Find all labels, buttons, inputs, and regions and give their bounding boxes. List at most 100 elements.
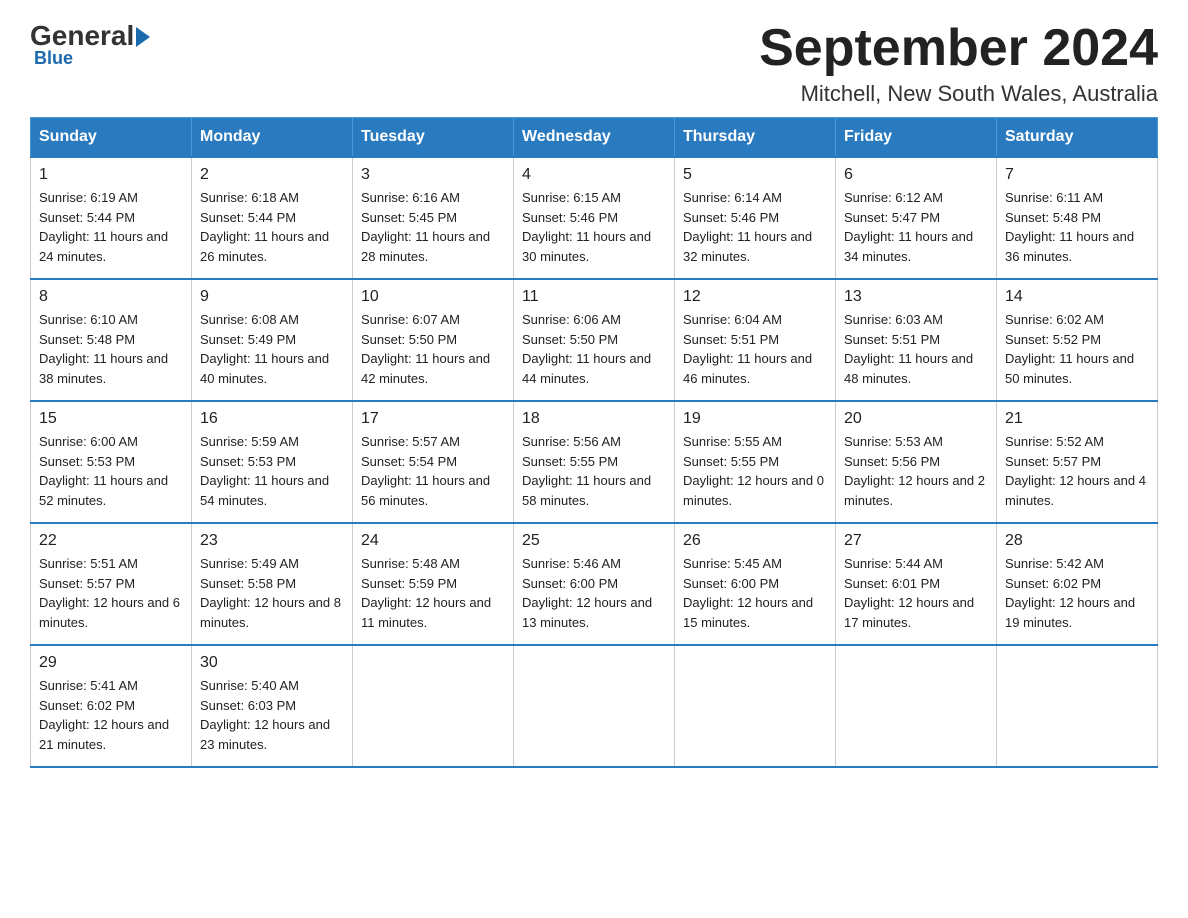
calendar-cell: 9 Sunrise: 6:08 AM Sunset: 5:49 PM Dayli… bbox=[192, 279, 353, 401]
day-number: 4 bbox=[522, 166, 666, 184]
sunset-label: Sunset: 5:59 PM bbox=[361, 576, 457, 591]
sunrise-label: Sunrise: 5:45 AM bbox=[683, 556, 782, 571]
day-info: Sunrise: 6:16 AM Sunset: 5:45 PM Dayligh… bbox=[361, 188, 505, 266]
day-info: Sunrise: 5:55 AM Sunset: 5:55 PM Dayligh… bbox=[683, 432, 827, 510]
day-number: 2 bbox=[200, 166, 344, 184]
calendar-cell: 22 Sunrise: 5:51 AM Sunset: 5:57 PM Dayl… bbox=[31, 523, 192, 645]
sunset-label: Sunset: 5:56 PM bbox=[844, 454, 940, 469]
calendar-cell bbox=[675, 645, 836, 767]
day-number: 25 bbox=[522, 532, 666, 550]
calendar-week-5: 29 Sunrise: 5:41 AM Sunset: 6:02 PM Dayl… bbox=[31, 645, 1158, 767]
sunrise-label: Sunrise: 6:12 AM bbox=[844, 190, 943, 205]
sunset-label: Sunset: 5:47 PM bbox=[844, 210, 940, 225]
calendar-cell: 20 Sunrise: 5:53 AM Sunset: 5:56 PM Dayl… bbox=[836, 401, 997, 523]
sunset-label: Sunset: 5:50 PM bbox=[522, 332, 618, 347]
logo-blue: Blue bbox=[34, 48, 73, 69]
sunrise-label: Sunrise: 6:03 AM bbox=[844, 312, 943, 327]
calendar-cell: 28 Sunrise: 5:42 AM Sunset: 6:02 PM Dayl… bbox=[997, 523, 1158, 645]
day-info: Sunrise: 5:51 AM Sunset: 5:57 PM Dayligh… bbox=[39, 554, 183, 632]
location-title: Mitchell, New South Wales, Australia bbox=[759, 81, 1158, 107]
sunrise-label: Sunrise: 5:41 AM bbox=[39, 678, 138, 693]
calendar-header-sunday: Sunday bbox=[31, 118, 192, 158]
daylight-label: Daylight: 12 hours and 2 minutes. bbox=[844, 473, 985, 508]
day-info: Sunrise: 6:08 AM Sunset: 5:49 PM Dayligh… bbox=[200, 310, 344, 388]
day-info: Sunrise: 5:41 AM Sunset: 6:02 PM Dayligh… bbox=[39, 676, 183, 754]
sunset-label: Sunset: 6:02 PM bbox=[39, 698, 135, 713]
calendar-cell bbox=[836, 645, 997, 767]
calendar-cell: 15 Sunrise: 6:00 AM Sunset: 5:53 PM Dayl… bbox=[31, 401, 192, 523]
calendar-cell: 14 Sunrise: 6:02 AM Sunset: 5:52 PM Dayl… bbox=[997, 279, 1158, 401]
sunrise-label: Sunrise: 6:18 AM bbox=[200, 190, 299, 205]
day-number: 7 bbox=[1005, 166, 1149, 184]
daylight-label: Daylight: 11 hours and 38 minutes. bbox=[39, 351, 168, 386]
sunset-label: Sunset: 6:02 PM bbox=[1005, 576, 1101, 591]
daylight-label: Daylight: 11 hours and 52 minutes. bbox=[39, 473, 168, 508]
calendar-week-2: 8 Sunrise: 6:10 AM Sunset: 5:48 PM Dayli… bbox=[31, 279, 1158, 401]
calendar-cell: 3 Sunrise: 6:16 AM Sunset: 5:45 PM Dayli… bbox=[353, 157, 514, 279]
calendar-cell bbox=[353, 645, 514, 767]
sunrise-label: Sunrise: 5:51 AM bbox=[39, 556, 138, 571]
sunrise-label: Sunrise: 5:59 AM bbox=[200, 434, 299, 449]
sunrise-label: Sunrise: 6:00 AM bbox=[39, 434, 138, 449]
sunrise-label: Sunrise: 6:06 AM bbox=[522, 312, 621, 327]
sunset-label: Sunset: 6:00 PM bbox=[683, 576, 779, 591]
sunset-label: Sunset: 5:52 PM bbox=[1005, 332, 1101, 347]
daylight-label: Daylight: 11 hours and 54 minutes. bbox=[200, 473, 329, 508]
sunset-label: Sunset: 5:55 PM bbox=[683, 454, 779, 469]
daylight-label: Daylight: 12 hours and 4 minutes. bbox=[1005, 473, 1146, 508]
sunrise-label: Sunrise: 6:02 AM bbox=[1005, 312, 1104, 327]
day-info: Sunrise: 5:57 AM Sunset: 5:54 PM Dayligh… bbox=[361, 432, 505, 510]
day-info: Sunrise: 5:40 AM Sunset: 6:03 PM Dayligh… bbox=[200, 676, 344, 754]
sunset-label: Sunset: 5:49 PM bbox=[200, 332, 296, 347]
sunrise-label: Sunrise: 5:42 AM bbox=[1005, 556, 1104, 571]
calendar-cell: 12 Sunrise: 6:04 AM Sunset: 5:51 PM Dayl… bbox=[675, 279, 836, 401]
sunset-label: Sunset: 5:57 PM bbox=[39, 576, 135, 591]
day-number: 14 bbox=[1005, 288, 1149, 306]
day-info: Sunrise: 5:46 AM Sunset: 6:00 PM Dayligh… bbox=[522, 554, 666, 632]
day-info: Sunrise: 6:00 AM Sunset: 5:53 PM Dayligh… bbox=[39, 432, 183, 510]
sunset-label: Sunset: 5:53 PM bbox=[39, 454, 135, 469]
daylight-label: Daylight: 11 hours and 40 minutes. bbox=[200, 351, 329, 386]
day-info: Sunrise: 6:02 AM Sunset: 5:52 PM Dayligh… bbox=[1005, 310, 1149, 388]
daylight-label: Daylight: 12 hours and 8 minutes. bbox=[200, 595, 341, 630]
daylight-label: Daylight: 11 hours and 46 minutes. bbox=[683, 351, 812, 386]
day-info: Sunrise: 6:14 AM Sunset: 5:46 PM Dayligh… bbox=[683, 188, 827, 266]
calendar-cell: 24 Sunrise: 5:48 AM Sunset: 5:59 PM Dayl… bbox=[353, 523, 514, 645]
day-number: 1 bbox=[39, 166, 183, 184]
sunrise-label: Sunrise: 6:16 AM bbox=[361, 190, 460, 205]
calendar-cell: 7 Sunrise: 6:11 AM Sunset: 5:48 PM Dayli… bbox=[997, 157, 1158, 279]
sunset-label: Sunset: 5:57 PM bbox=[1005, 454, 1101, 469]
day-number: 29 bbox=[39, 654, 183, 672]
sunset-label: Sunset: 6:03 PM bbox=[200, 698, 296, 713]
calendar-header-wednesday: Wednesday bbox=[514, 118, 675, 158]
sunrise-label: Sunrise: 5:49 AM bbox=[200, 556, 299, 571]
sunset-label: Sunset: 5:44 PM bbox=[200, 210, 296, 225]
day-number: 30 bbox=[200, 654, 344, 672]
sunrise-label: Sunrise: 6:04 AM bbox=[683, 312, 782, 327]
sunset-label: Sunset: 5:46 PM bbox=[683, 210, 779, 225]
logo: General Blue bbox=[30, 20, 152, 69]
sunset-label: Sunset: 6:00 PM bbox=[522, 576, 618, 591]
day-info: Sunrise: 5:42 AM Sunset: 6:02 PM Dayligh… bbox=[1005, 554, 1149, 632]
sunrise-label: Sunrise: 6:19 AM bbox=[39, 190, 138, 205]
calendar-table: SundayMondayTuesdayWednesdayThursdayFrid… bbox=[30, 117, 1158, 768]
calendar-cell: 5 Sunrise: 6:14 AM Sunset: 5:46 PM Dayli… bbox=[675, 157, 836, 279]
logo-arrow-icon bbox=[136, 27, 150, 47]
daylight-label: Daylight: 11 hours and 32 minutes. bbox=[683, 229, 812, 264]
sunset-label: Sunset: 5:45 PM bbox=[361, 210, 457, 225]
daylight-label: Daylight: 11 hours and 42 minutes. bbox=[361, 351, 490, 386]
calendar-cell: 2 Sunrise: 6:18 AM Sunset: 5:44 PM Dayli… bbox=[192, 157, 353, 279]
sunset-label: Sunset: 5:58 PM bbox=[200, 576, 296, 591]
sunrise-label: Sunrise: 5:53 AM bbox=[844, 434, 943, 449]
title-block: September 2024 Mitchell, New South Wales… bbox=[759, 20, 1158, 107]
sunrise-label: Sunrise: 5:52 AM bbox=[1005, 434, 1104, 449]
daylight-label: Daylight: 11 hours and 48 minutes. bbox=[844, 351, 973, 386]
day-number: 20 bbox=[844, 410, 988, 428]
day-number: 15 bbox=[39, 410, 183, 428]
day-number: 22 bbox=[39, 532, 183, 550]
daylight-label: Daylight: 11 hours and 28 minutes. bbox=[361, 229, 490, 264]
daylight-label: Daylight: 12 hours and 15 minutes. bbox=[683, 595, 813, 630]
day-number: 17 bbox=[361, 410, 505, 428]
day-number: 11 bbox=[522, 288, 666, 306]
calendar-cell: 6 Sunrise: 6:12 AM Sunset: 5:47 PM Dayli… bbox=[836, 157, 997, 279]
